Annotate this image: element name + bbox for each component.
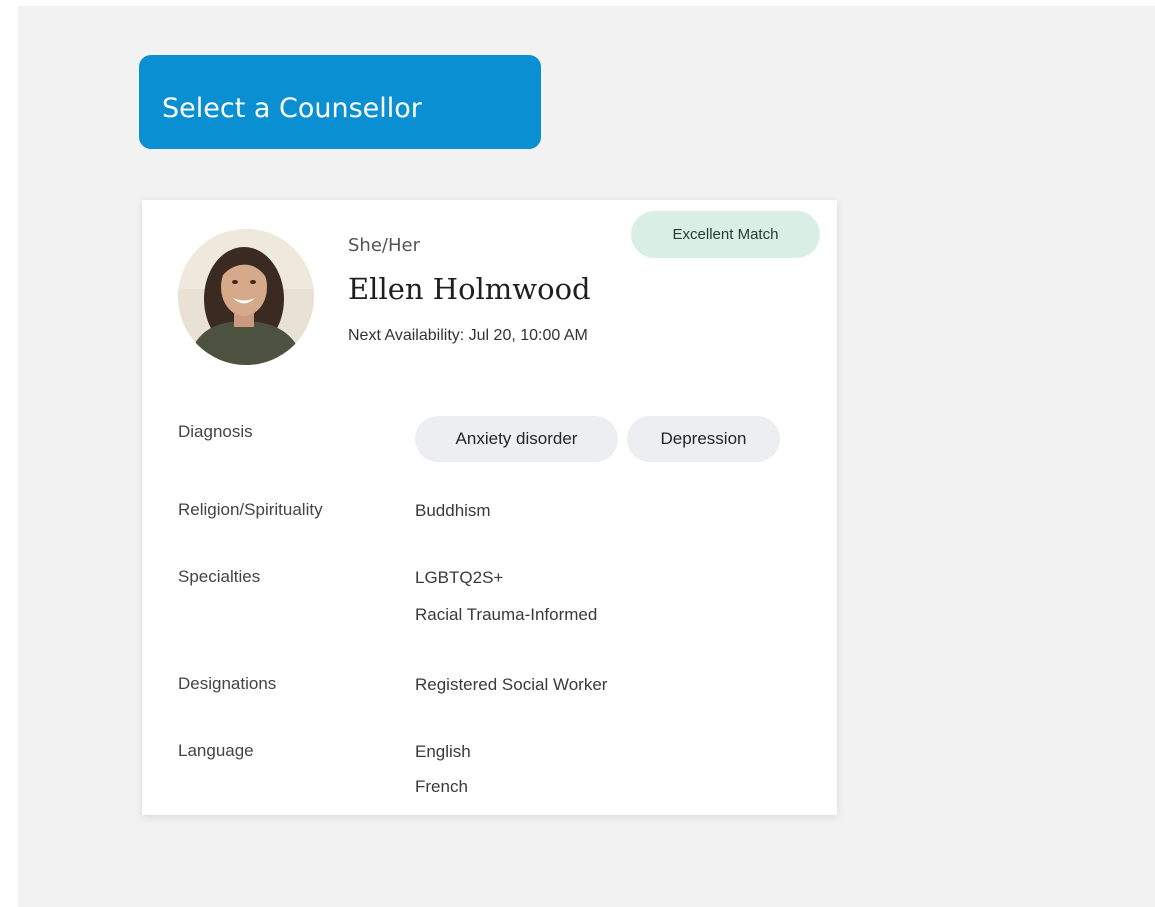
specialty-value: LGBTQ2S+ [415,568,504,587]
specialty-value: Racial Trauma-Informed [415,605,598,624]
diagnosis-chip: Depression [627,416,780,462]
designation-value: Registered Social Worker [415,675,608,694]
religion-label: Religion/Spirituality [178,500,323,519]
language-value: English [415,742,471,761]
language-label: Language [178,741,254,760]
page-title: Select a Counsellor [139,55,541,149]
counsellor-photo-icon [178,229,314,365]
diagnosis-label: Diagnosis [178,422,253,441]
language-value: French [415,777,468,796]
designations-label: Designations [178,674,277,693]
counsellor-pronouns: She/Her [348,235,420,256]
counsellor-name: Ellen Holmwood [348,272,591,306]
specialties-label: Specialties [178,567,261,586]
match-badge: Excellent Match [631,211,820,258]
next-availability: Next Availability: Jul 20, 10:00 AM [348,327,588,344]
religion-value: Buddhism [415,501,491,520]
page-background: Select a Counsellor She/Her Ellen Holmwo… [18,6,1155,907]
counsellor-avatar [178,229,314,365]
counsellor-card[interactable]: She/Her Ellen Holmwood Next Availability… [142,200,837,815]
diagnosis-chip: Anxiety disorder [415,416,618,462]
